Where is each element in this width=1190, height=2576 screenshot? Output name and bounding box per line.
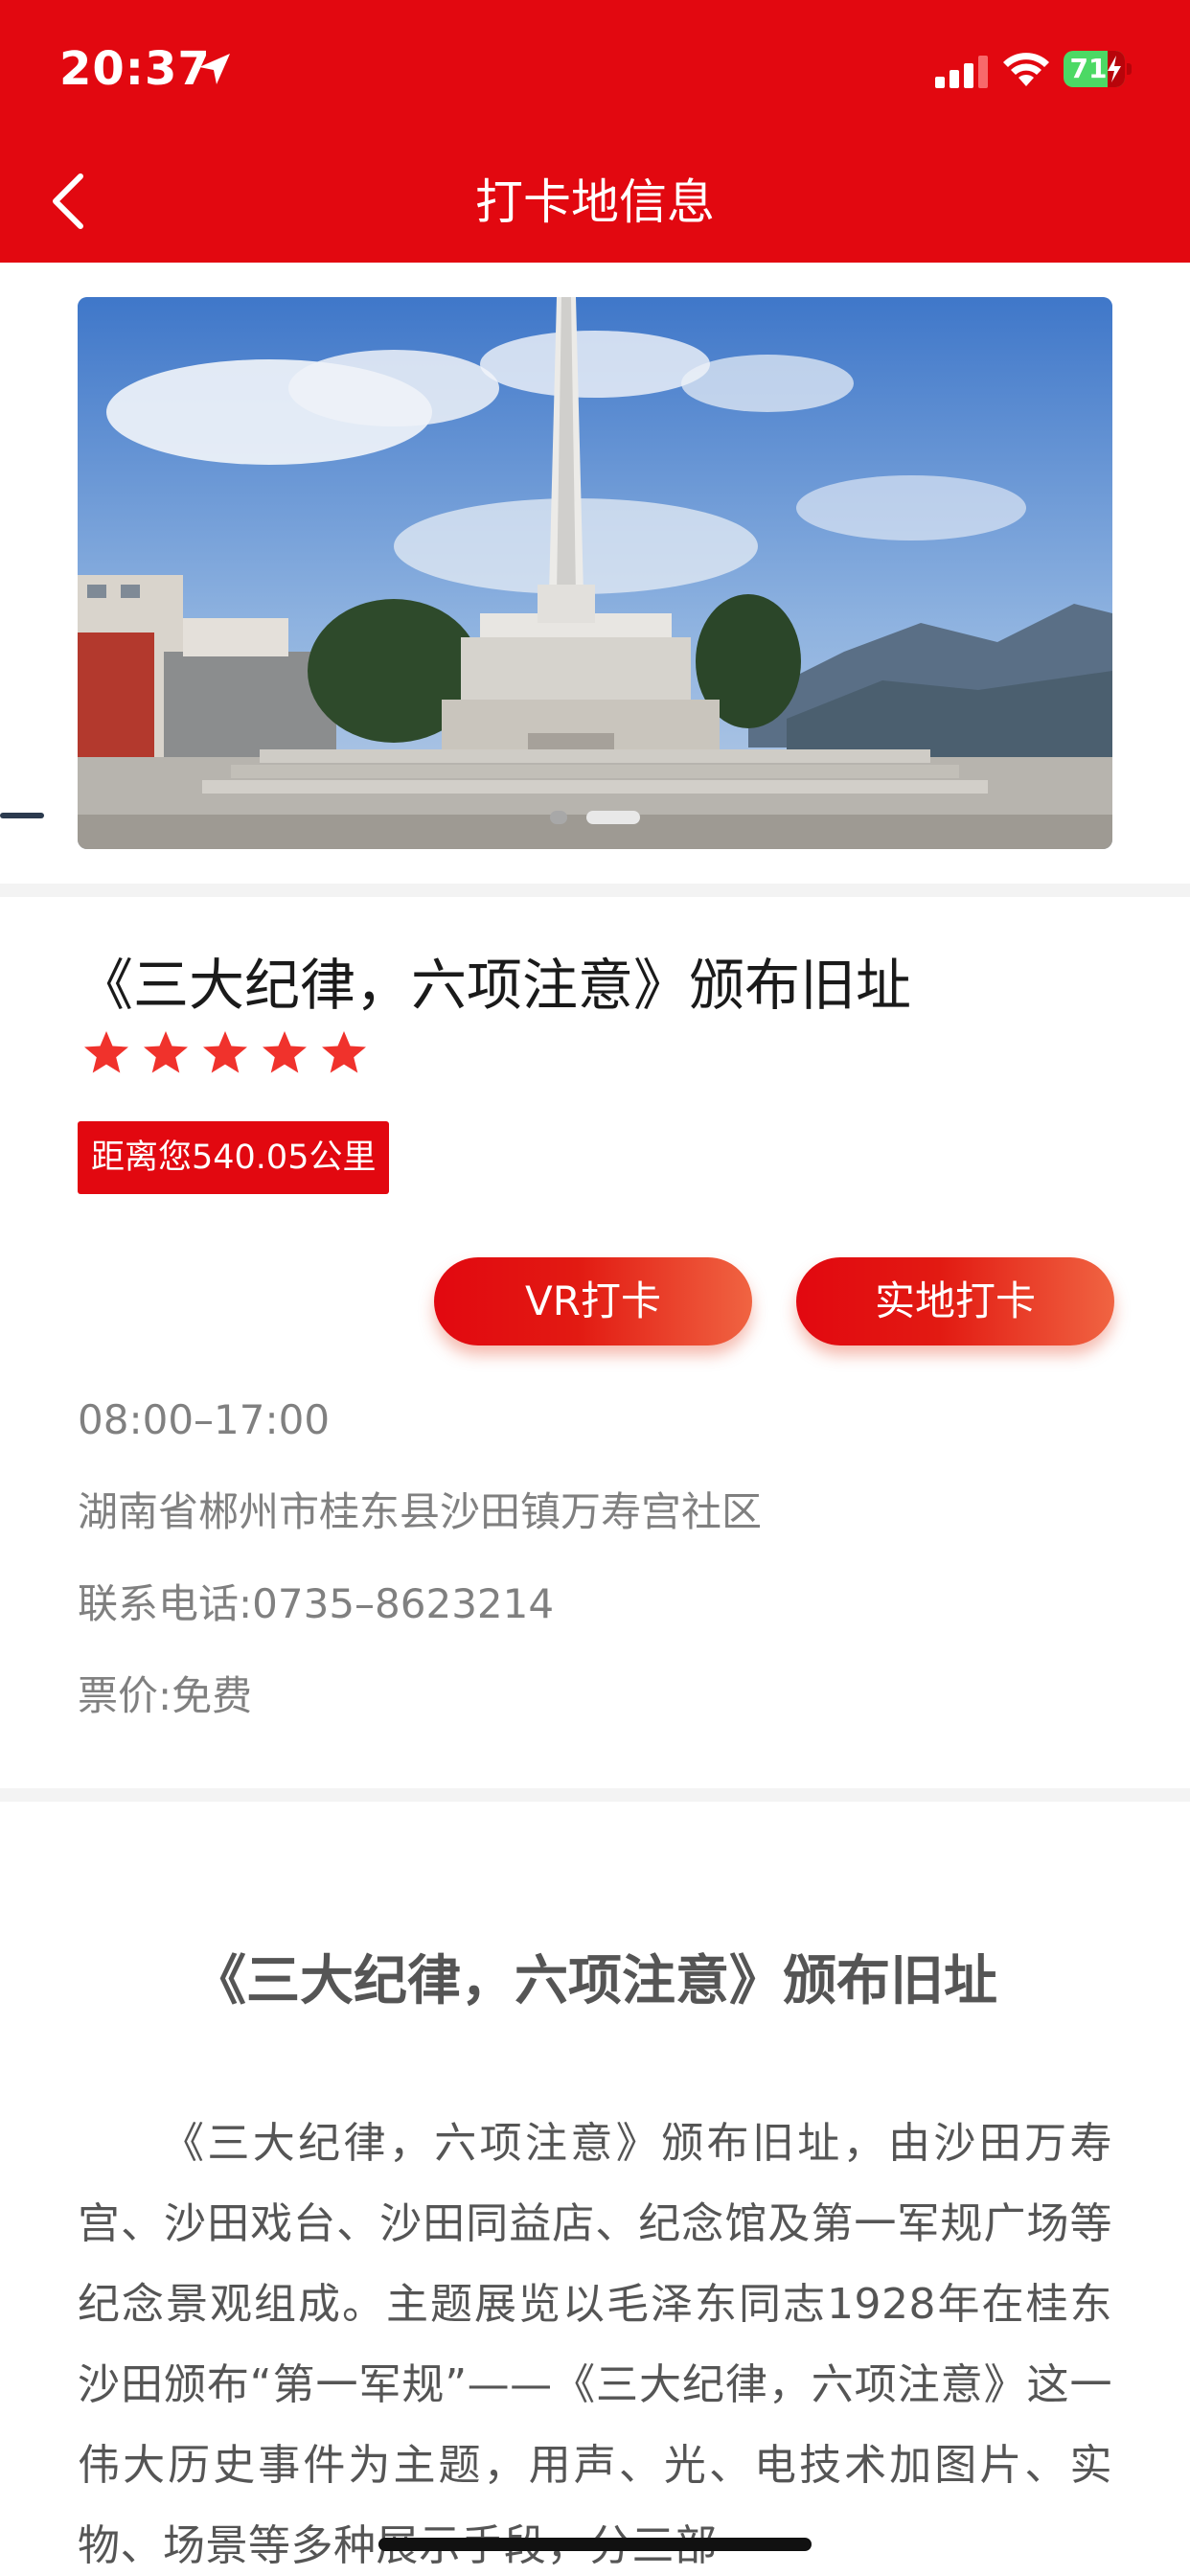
- opening-hours: 08:00–17:00: [78, 1396, 331, 1443]
- location-arrow-icon: [199, 54, 230, 84]
- address-text: 湖南省郴州市桂东县沙田镇万寿宫社区: [78, 1488, 763, 1535]
- home-indicator: [378, 2538, 812, 2551]
- header-bar: 20:37 71 打卡地信息: [0, 0, 1190, 263]
- carousel-indicator: [0, 811, 1190, 830]
- vr-checkin-button[interactable]: VR打卡: [434, 1257, 752, 1346]
- section-divider: [0, 884, 1190, 897]
- distance-badge: 距离您540.05公里: [78, 1121, 390, 1194]
- star-icon: [263, 1031, 307, 1073]
- carousel-dot[interactable]: [550, 811, 567, 824]
- battery-percent: 71: [1069, 53, 1108, 84]
- star-icon: [84, 1031, 128, 1073]
- article-title: 《三大纪律，六项注意》颁布旧址: [193, 1950, 997, 2012]
- status-time: 20:37: [59, 42, 211, 96]
- battery-cap: [1127, 63, 1132, 75]
- onsite-checkin-button[interactable]: 实地打卡: [796, 1257, 1114, 1346]
- wifi-icon: [1003, 53, 1049, 86]
- place-name: 《三大纪律，六项注意》颁布旧址: [78, 953, 912, 1018]
- star-icon: [203, 1031, 247, 1073]
- battery-charging-icon: 71: [1064, 51, 1133, 87]
- star-icon: [144, 1031, 188, 1073]
- monument-photo: [78, 297, 1112, 849]
- banner-image[interactable]: [78, 297, 1112, 849]
- phone-text[interactable]: 联系电话:0735–8623214: [78, 1576, 554, 1633]
- article-body: 《三大纪律，六项注意》颁布旧址，由沙田万寿宫、沙田戏台、沙田同益店、纪念馆及第一…: [78, 2119, 1112, 2570]
- screen: 20:37 71 打卡地信息 《三大纪律，六项注意》颁布旧址 距离您540.05…: [0, 0, 1190, 2576]
- ticket-price: 票价:免费: [78, 1672, 253, 1719]
- bolt-icon: [1108, 56, 1121, 82]
- carousel-dot-active[interactable]: [586, 811, 640, 824]
- section-divider: [0, 1788, 1190, 1802]
- cellular-signal-icon: [935, 56, 988, 88]
- page-title: 打卡地信息: [475, 174, 715, 230]
- star-icon: [322, 1031, 366, 1073]
